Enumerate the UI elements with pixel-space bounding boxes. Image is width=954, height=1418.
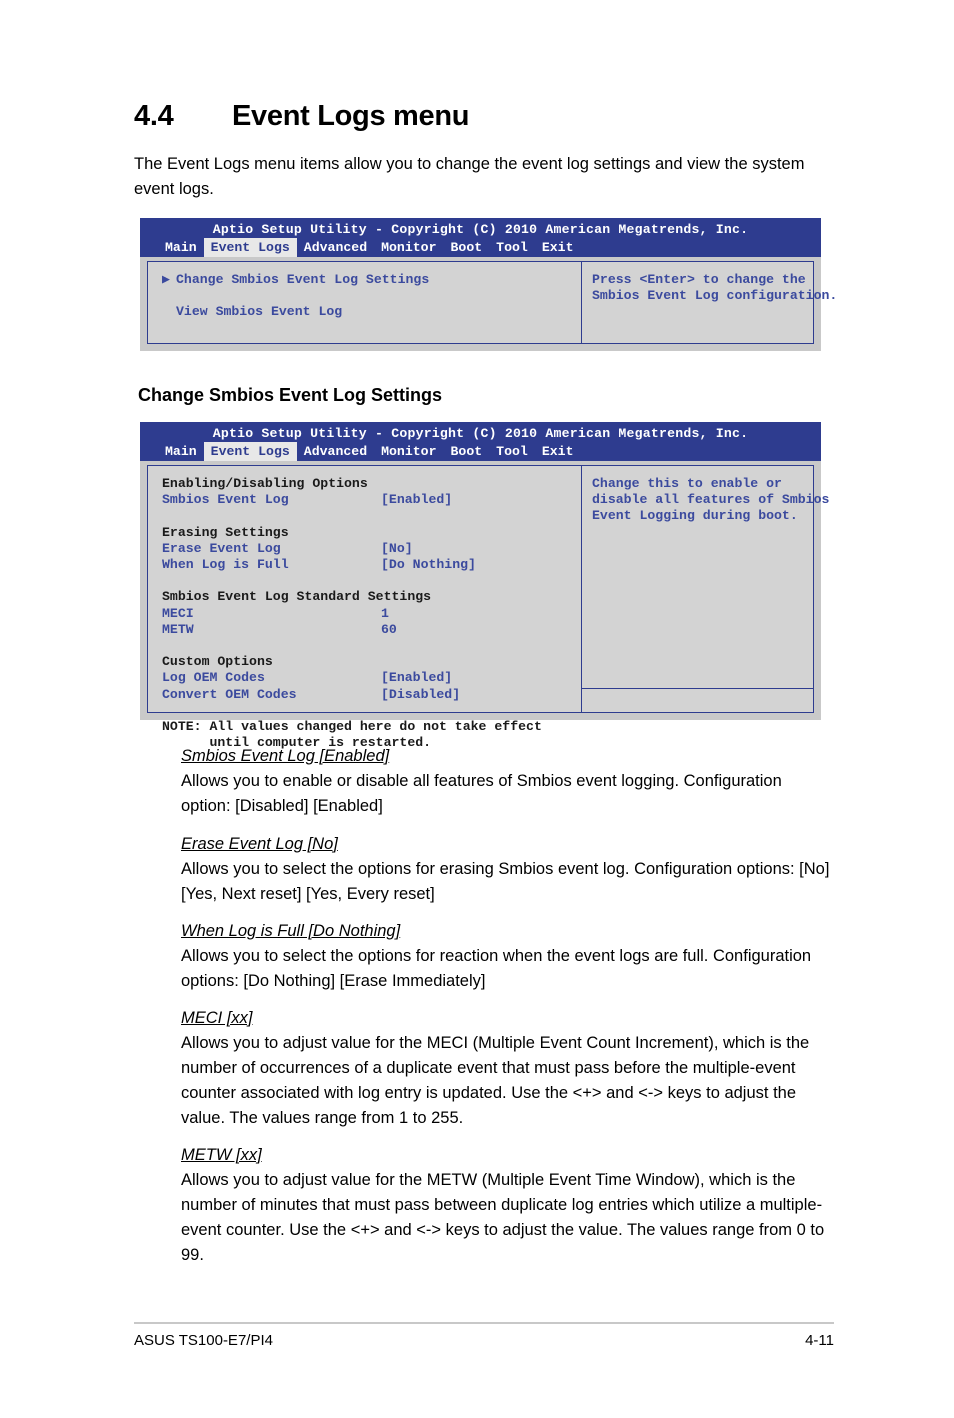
description-body: Allows you to adjust value for the MECI … (181, 1034, 810, 1127)
bios-help-pane-2: Change this to enable or disable all fea… (581, 465, 830, 713)
bios-title-1: Aptio Setup Utility - Copyright (C) 2010… (140, 218, 821, 238)
setting-value: 1 (381, 605, 389, 621)
bios-title-2: Aptio Setup Utility - Copyright (C) 2010… (140, 422, 821, 442)
bios-menu-monitor[interactable]: Monitor (374, 238, 443, 257)
setting-label: When Log is Full (162, 557, 289, 572)
bios-item-change-smbios-event-log-settings[interactable]: ▶ Change Smbios Event Log Settings (162, 272, 581, 288)
submenu-arrow-icon: ▶ (162, 272, 170, 287)
setting-value: [Enabled] (381, 670, 453, 686)
description-erase-event-log: Erase Event Log [No] Allows you to selec… (181, 832, 833, 907)
setting-label: METW (162, 621, 194, 637)
bios-menu-monitor[interactable]: Monitor (374, 442, 443, 461)
section-title: Event Logs menu (232, 100, 470, 132)
bios-help-text-1: Press <Enter> to change the Smbios Event… (592, 272, 838, 304)
bios-group-header-enabling-disabling: Enabling/Disabling Options (162, 476, 368, 491)
setting-label: MECI (162, 605, 194, 621)
setting-label: Log OEM Codes (162, 670, 265, 686)
bios-menu-advanced[interactable]: Advanced (297, 442, 374, 461)
bios-menu-exit[interactable]: Exit (535, 238, 581, 257)
description-body: Allows you to select the options for era… (181, 860, 830, 903)
description-title: METW [xx] (181, 1146, 262, 1164)
description-title: Smbios Event Log [Enabled] (181, 747, 390, 765)
footer-divider (134, 1322, 834, 1324)
description-title: Erase Event Log [No] (181, 835, 338, 853)
bios-menu-tool[interactable]: Tool (489, 442, 535, 461)
bios-setting-smbios-event-log[interactable]: Smbios Event Log [Enabled] (162, 492, 581, 508)
description-body: Allows you to select the options for rea… (181, 947, 812, 990)
bios-help-footer-divider (582, 688, 813, 712)
bios-menu-boot[interactable]: Boot (444, 238, 490, 257)
bios-note-line-1: NOTE: All values changed here do not tak… (162, 718, 542, 734)
bios-menu-tool[interactable]: Tool (489, 238, 535, 257)
bios-menu-advanced[interactable]: Advanced (297, 238, 374, 257)
intro-paragraph: The Event Logs menu items allow you to c… (134, 155, 805, 198)
page-title: 4.4 Event Logs menu (134, 100, 834, 133)
page-footer: ASUS TS100-E7/PI4 4-11 (134, 1332, 834, 1349)
bios-help-text-2: Change this to enable or disable all fea… (592, 476, 830, 524)
setting-value: [Disabled] (381, 686, 461, 702)
setting-value: [No] (381, 540, 413, 556)
bios-menubar-2: Main Event Logs Advanced Monitor Boot To… (140, 442, 821, 461)
description-metw: METW [xx] Allows you to adjust value for… (181, 1143, 833, 1268)
setting-label: Erase Event Log (162, 540, 281, 556)
setting-value: 60 (381, 621, 397, 637)
subsection-heading-change-smbios: Change Smbios Event Log Settings (138, 385, 443, 405)
bios-item-view-smbios-event-log[interactable]: View Smbios Event Log (162, 304, 581, 320)
setting-label: Convert OEM Codes (162, 686, 297, 702)
description-body: Allows you to adjust value for the METW … (181, 1171, 825, 1264)
description-smbios-event-log: Smbios Event Log [Enabled] Allows you to… (181, 744, 833, 819)
bios-setting-convert-oem-codes[interactable]: Convert OEM Codes [Disabled] (162, 687, 581, 703)
bios-setting-metw[interactable]: METW 60 (162, 622, 581, 638)
bios-group-header-custom-options: Custom Options (162, 654, 273, 670)
bios-setting-when-log-is-full[interactable]: When Log is Full [Do Nothing] (162, 557, 581, 573)
bios-setting-log-oem-codes[interactable]: Log OEM Codes [Enabled] (162, 670, 581, 686)
bios-item-label: View Smbios Event Log (176, 304, 343, 320)
bios-group-header-standard-settings: Smbios Event Log Standard Settings (162, 589, 432, 605)
bios-setting-erase-event-log[interactable]: Erase Event Log [No] (162, 541, 581, 557)
setting-value: [Do Nothing] (381, 557, 476, 572)
help-spacer (592, 525, 807, 688)
bios-settings-pane-1: ▶ Change Smbios Event Log Settings View S… (147, 261, 581, 344)
bios-menu-exit[interactable]: Exit (535, 442, 581, 461)
bios-setting-meci[interactable]: MECI 1 (162, 606, 581, 622)
footer-page-number: 4-11 (805, 1332, 834, 1349)
bios-help-pane-1: Press <Enter> to change the Smbios Event… (581, 261, 838, 344)
footer-model: ASUS TS100-E7/PI4 (134, 1332, 273, 1349)
bios-body-1: ▶ Change Smbios Event Log Settings View S… (140, 257, 838, 351)
setting-label: Smbios Event Log (162, 492, 289, 508)
bios-menubar-1: Main Event Logs Advanced Monitor Boot To… (140, 238, 821, 257)
bios-menu-main[interactable]: Main (158, 238, 204, 257)
description-body: Allows you to enable or disable all feat… (181, 772, 782, 815)
submenu-arrow-placeholder (162, 304, 176, 320)
bios-body-2: Enabling/Disabling Options Smbios Event … (140, 461, 830, 750)
bios-menu-event-logs[interactable]: Event Logs (203, 238, 297, 257)
bios-group-header-erasing-settings: Erasing Settings (162, 524, 289, 540)
description-meci: MECI [xx] Allows you to adjust value for… (181, 1006, 833, 1131)
bios-screenshot-change-smbios-settings: Aptio Setup Utility - Copyright (C) 2010… (140, 422, 830, 750)
bios-item-label: Change Smbios Event Log Settings (176, 272, 430, 287)
description-title: MECI [xx] (181, 1009, 253, 1027)
description-title: When Log is Full [Do Nothing] (181, 922, 401, 940)
document-page: 4.4 Event Logs menu The Event Logs menu … (0, 0, 954, 1418)
setting-value: [Enabled] (381, 492, 453, 508)
section-number: 4.4 (134, 100, 174, 132)
bios-screenshot-event-logs: Aptio Setup Utility - Copyright (C) 2010… (140, 218, 838, 351)
bios-menu-main[interactable]: Main (158, 442, 204, 461)
bios-settings-pane-2: Enabling/Disabling Options Smbios Event … (147, 465, 581, 750)
description-when-log-is-full: When Log is Full [Do Nothing] Allows you… (181, 919, 833, 994)
bios-menu-event-logs[interactable]: Event Logs (203, 442, 297, 461)
bios-menu-boot[interactable]: Boot (444, 442, 490, 461)
